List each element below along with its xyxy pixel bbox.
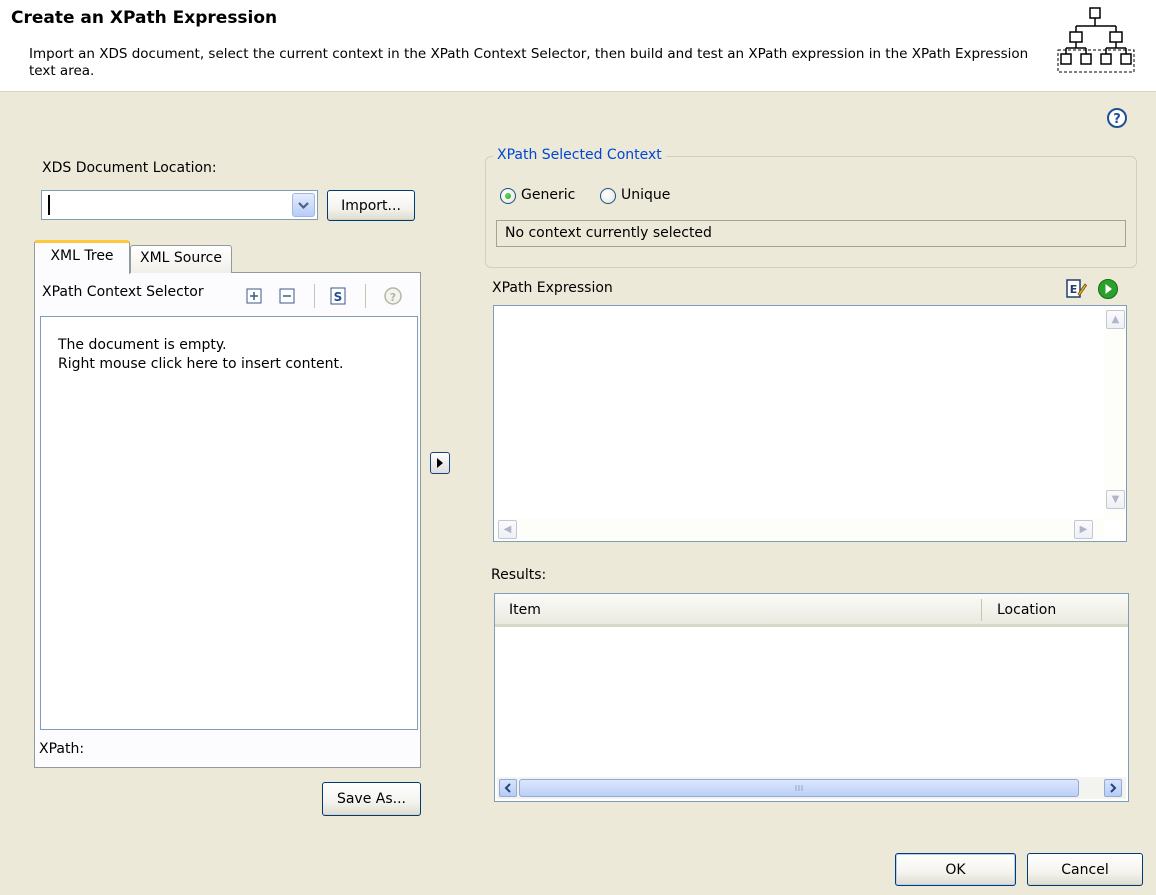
tab-xml-source[interactable]: XML Source <box>130 245 232 273</box>
scroll-up-icon[interactable]: ▲ <box>1106 310 1125 329</box>
context-selector-label: XPath Context Selector <box>42 284 204 300</box>
cancel-button[interactable]: Cancel <box>1027 853 1143 886</box>
help-icon[interactable]: ? <box>1105 106 1129 130</box>
svg-text:E: E <box>1070 283 1078 296</box>
xds-location-input[interactable] <box>46 194 286 216</box>
scroll-left-icon[interactable] <box>499 779 517 797</box>
import-button[interactable]: Import... <box>327 190 415 221</box>
scrollbar-thumb[interactable] <box>519 779 1079 797</box>
column-header-location[interactable]: Location <box>997 602 1056 618</box>
dialog-title: Create an XPath Expression <box>11 8 278 28</box>
xds-location-combobox[interactable] <box>41 190 318 220</box>
scroll-right-icon[interactable] <box>1104 779 1122 797</box>
context-status-field: No context currently selected <box>496 220 1126 247</box>
insert-content-hint: Right mouse click here to insert content… <box>58 356 344 372</box>
dialog-description: Import an XDS document, select the curre… <box>29 46 1029 79</box>
arrow-right-icon <box>437 458 443 468</box>
chevron-down-icon[interactable] <box>292 193 315 217</box>
generic-radio[interactable] <box>500 188 516 204</box>
xds-location-label: XDS Document Location: <box>42 160 217 176</box>
scroll-right-icon[interactable]: ▶ <box>1074 520 1093 539</box>
unique-radio-label[interactable]: Unique <box>621 187 670 203</box>
xml-tree-view[interactable] <box>40 316 418 730</box>
schema-icon[interactable]: S <box>329 287 347 305</box>
unique-radio[interactable] <box>600 188 616 204</box>
scroll-left-icon[interactable]: ◀ <box>498 520 517 539</box>
xpath-tree-icon <box>1057 7 1135 73</box>
edit-expression-icon[interactable]: E <box>1065 278 1087 300</box>
save-as-button[interactable]: Save As... <box>322 782 421 816</box>
collapse-all-icon[interactable] <box>278 287 296 305</box>
horizontal-scrollbar[interactable]: ◀ ▶ <box>494 518 1104 541</box>
expand-all-icon[interactable] <box>245 287 263 305</box>
scroll-down-icon[interactable]: ▼ <box>1106 490 1125 509</box>
run-icon[interactable] <box>1097 278 1119 300</box>
toolbar-divider <box>314 284 315 308</box>
results-label: Results: <box>491 567 547 583</box>
vertical-scrollbar[interactable]: ▲ ▼ <box>1104 306 1126 520</box>
empty-document-message: The document is empty. <box>58 337 227 353</box>
column-separator[interactable] <box>981 599 982 621</box>
xpath-label: XPath: <box>39 741 85 757</box>
xpath-expression-label: XPath Expression <box>492 280 613 296</box>
transfer-arrow-button[interactable] <box>430 452 450 474</box>
tab-xml-tree[interactable]: XML Tree <box>34 240 130 274</box>
svg-text:?: ? <box>1113 112 1121 127</box>
results-header: Item Location <box>495 594 1128 627</box>
generic-radio-label[interactable]: Generic <box>521 187 575 203</box>
results-table[interactable]: Item Location <box>494 593 1129 802</box>
results-horizontal-scrollbar[interactable] <box>497 777 1126 799</box>
ok-button[interactable]: OK <box>895 853 1016 886</box>
help-disabled-icon: ? <box>384 287 402 305</box>
xpath-expression-area[interactable]: ▲ ▼ ◀ ▶ <box>493 305 1127 542</box>
xpath-expression-input[interactable] <box>494 306 1102 516</box>
column-header-item[interactable]: Item <box>509 602 541 618</box>
svg-text:S: S <box>334 290 343 304</box>
radio-selected-dot <box>505 193 511 199</box>
toolbar-divider <box>365 284 366 308</box>
selected-context-legend: XPath Selected Context <box>493 147 666 163</box>
selected-context-group <box>485 156 1137 268</box>
svg-text:?: ? <box>390 291 396 304</box>
